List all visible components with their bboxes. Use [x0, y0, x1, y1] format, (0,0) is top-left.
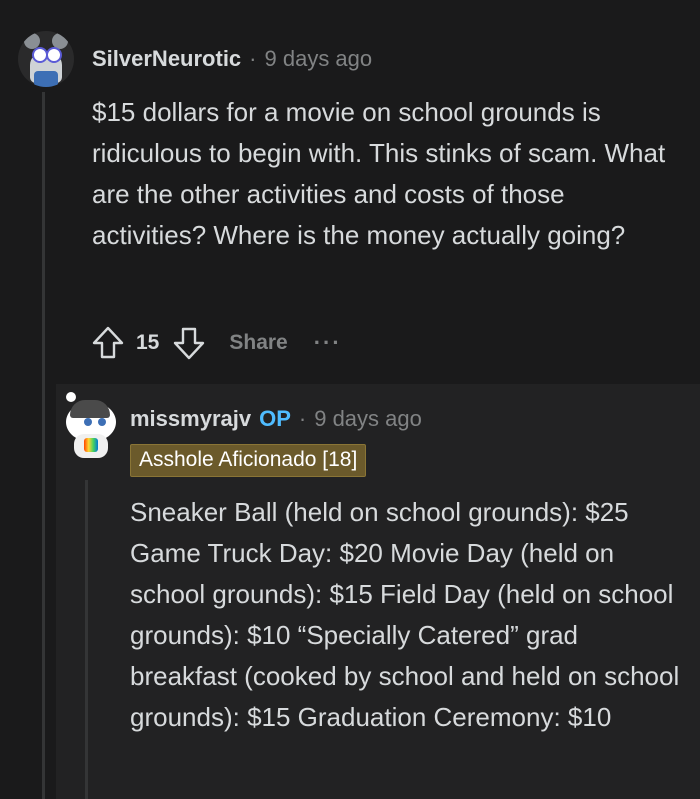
comment-actions: 15 Share ···: [90, 322, 342, 364]
downvote-icon[interactable]: [171, 323, 207, 363]
timestamp[interactable]: 9 days ago: [265, 46, 373, 72]
koala-avatar-icon[interactable]: [18, 31, 74, 87]
separator: ·: [298, 406, 307, 431]
comment-thread: SilverNeurotic · 9 days ago $15 dollars …: [0, 0, 700, 799]
reply-body: Sneaker Ball (held on school grounds): $…: [130, 497, 680, 732]
user-flair: Asshole Aficionado [18]: [130, 444, 367, 477]
thread-line[interactable]: [42, 92, 45, 799]
timestamp[interactable]: 9 days ago: [314, 406, 422, 432]
username[interactable]: SilverNeurotic: [92, 46, 241, 72]
vote-score: 15: [136, 331, 160, 354]
upvote-icon[interactable]: [90, 323, 126, 363]
comment-header: SilverNeurotic · 9 days ago: [18, 14, 372, 104]
reply-thread-line[interactable]: [85, 480, 88, 799]
reply-header: missmyrajv OP · 9 days ago Asshole Afici…: [62, 392, 422, 477]
username[interactable]: missmyrajv: [130, 406, 251, 432]
reply-meta: missmyrajv OP · 9 days ago: [130, 406, 422, 432]
share-button[interactable]: Share: [229, 331, 287, 355]
more-options-icon[interactable]: ···: [314, 330, 342, 356]
separator: ·: [249, 46, 257, 71]
comment-meta: SilverNeurotic · 9 days ago: [92, 46, 372, 72]
op-badge: OP: [259, 406, 291, 431]
rainbow-heart-icon: [84, 438, 98, 452]
comment-body: $15 dollars for a movie on school ground…: [92, 97, 666, 250]
snoo-avatar-icon[interactable]: [62, 392, 118, 458]
